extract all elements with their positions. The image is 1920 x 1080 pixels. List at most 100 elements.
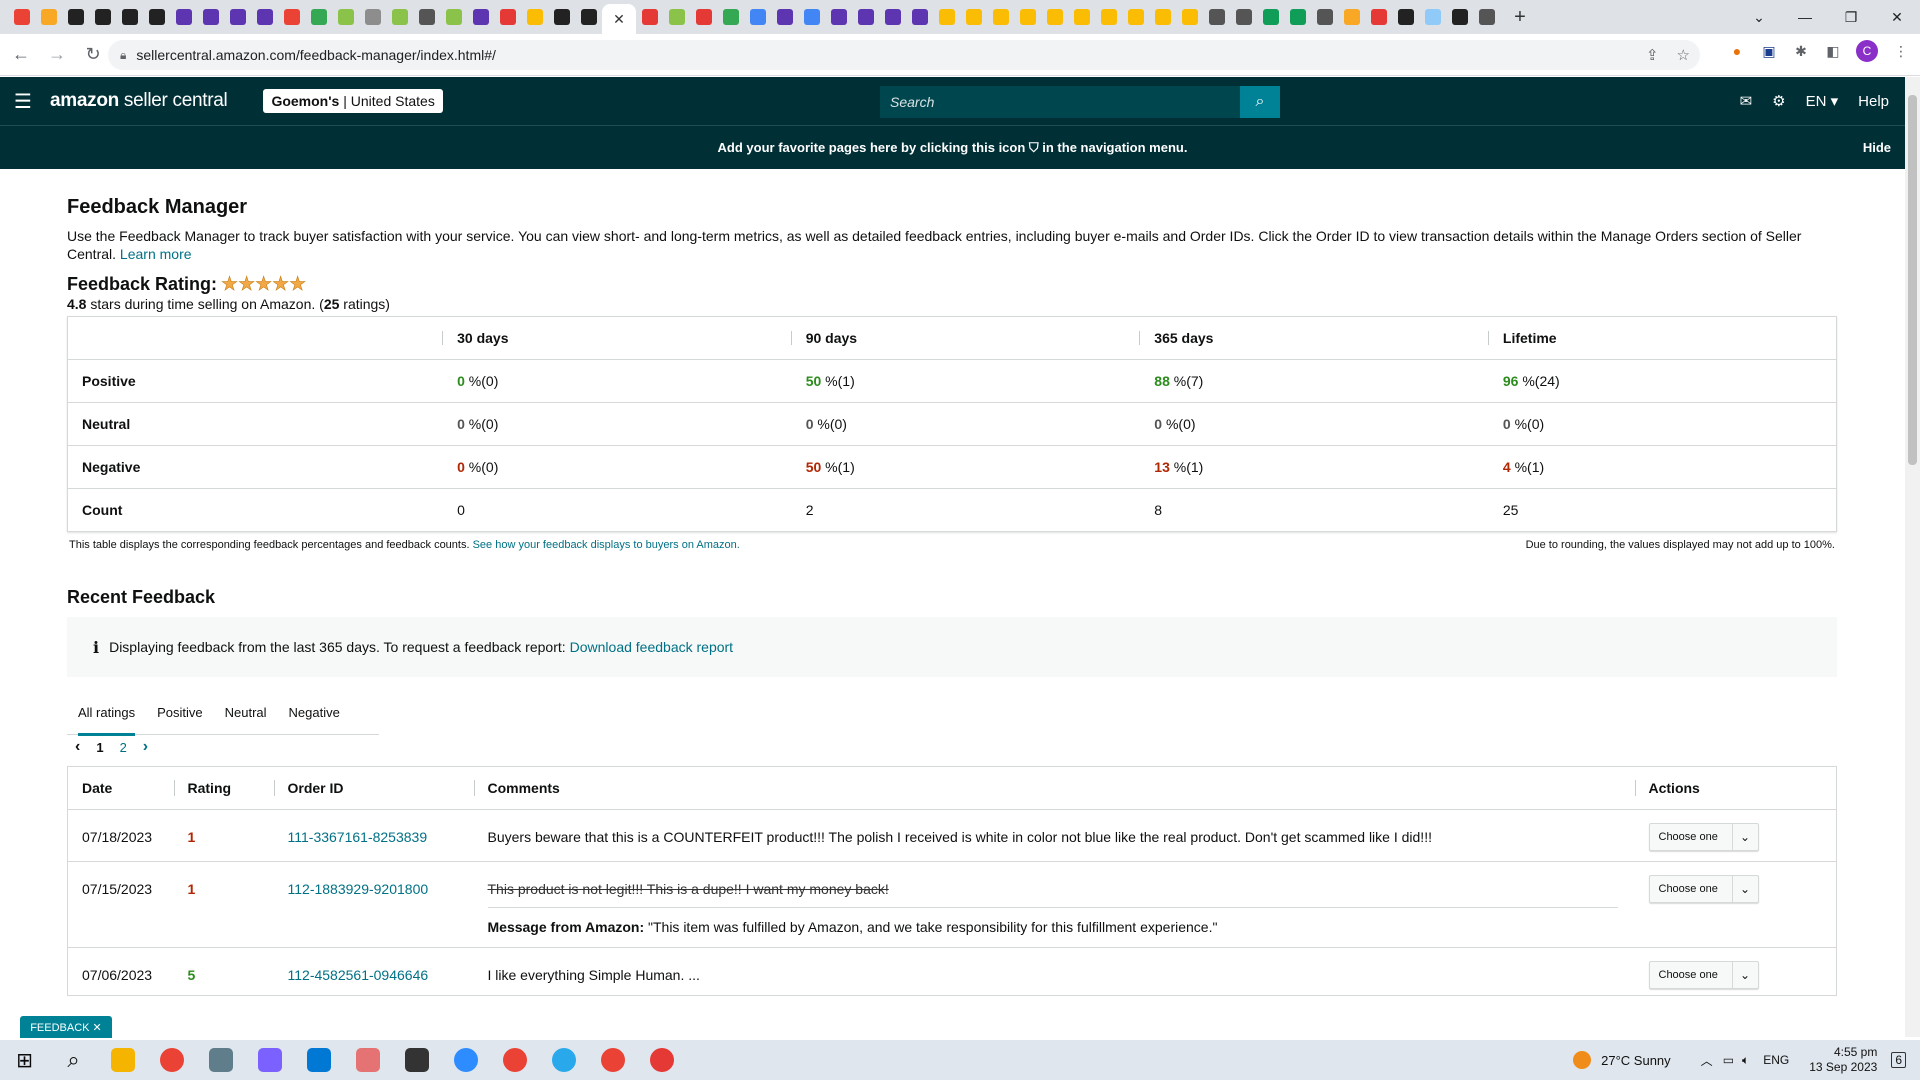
browser-right-tab-12[interactable] bbox=[960, 0, 987, 34]
browser-tab-17[interactable] bbox=[467, 0, 494, 34]
browser-tab-8[interactable] bbox=[224, 0, 251, 34]
browser-tab-0[interactable] bbox=[8, 0, 35, 34]
tab-neutral[interactable]: Neutral bbox=[214, 691, 278, 735]
vertical-scrollbar[interactable] bbox=[1905, 77, 1920, 1037]
browser-tab-4[interactable] bbox=[116, 0, 143, 34]
browser-right-tab-25[interactable] bbox=[1311, 0, 1338, 34]
paint-icon[interactable] bbox=[343, 1040, 392, 1080]
browser-tab-2[interactable] bbox=[62, 0, 89, 34]
browser-tab-11[interactable] bbox=[305, 0, 332, 34]
browser-right-tab-22[interactable] bbox=[1230, 0, 1257, 34]
browser-right-tab-5[interactable] bbox=[771, 0, 798, 34]
volume-icon[interactable]: 🔈︎ bbox=[1742, 1053, 1749, 1068]
choose-action-dropdown[interactable]: Choose one ⌄ bbox=[1648, 823, 1759, 851]
search-input-tail[interactable] bbox=[1180, 86, 1240, 118]
maximize-icon[interactable]: ❐ bbox=[1828, 0, 1874, 34]
browser-tab-15[interactable] bbox=[413, 0, 440, 34]
browser-right-tab-13[interactable] bbox=[987, 0, 1014, 34]
browser-right-tab-6[interactable] bbox=[798, 0, 825, 34]
notifications-icon[interactable]: 6 bbox=[1891, 1052, 1906, 1068]
profile-avatar[interactable]: C bbox=[1856, 40, 1878, 62]
browser-tab-20[interactable] bbox=[548, 0, 575, 34]
browser-tab-7[interactable] bbox=[197, 0, 224, 34]
menu-kebab-icon[interactable]: ⋮ bbox=[1892, 42, 1910, 60]
browser-tab-12[interactable] bbox=[332, 0, 359, 34]
browser-right-tab-27[interactable] bbox=[1365, 0, 1392, 34]
scrollbar-thumb[interactable] bbox=[1908, 95, 1917, 465]
browser-tab-5[interactable] bbox=[143, 0, 170, 34]
browser-right-tab-14[interactable] bbox=[1014, 0, 1041, 34]
hamburger-menu-icon[interactable]: ☰ bbox=[0, 77, 46, 125]
minimize-icon[interactable]: — bbox=[1782, 0, 1828, 34]
chrome-profile-2-icon[interactable] bbox=[588, 1040, 637, 1080]
browser-right-tab-16[interactable] bbox=[1068, 0, 1095, 34]
bookmark-star-icon[interactable]: ☆ bbox=[1677, 46, 1690, 64]
chrome-profile-3-icon[interactable] bbox=[637, 1040, 686, 1080]
browser-tab-19[interactable] bbox=[521, 0, 548, 34]
browser-right-tab-18[interactable] bbox=[1122, 0, 1149, 34]
browser-tab-16[interactable] bbox=[440, 0, 467, 34]
order-id-link[interactable]: 112-4582561-0946646 bbox=[288, 967, 429, 983]
language-indicator[interactable]: ENG bbox=[1763, 1053, 1789, 1067]
browser-tab-21[interactable] bbox=[575, 0, 602, 34]
store-icon[interactable] bbox=[294, 1040, 343, 1080]
weather-text[interactable]: 27°C Sunny bbox=[1601, 1053, 1671, 1068]
browser-tab-1[interactable] bbox=[35, 0, 62, 34]
network-icon[interactable]: ▭ bbox=[1723, 1053, 1734, 1067]
tab-negative[interactable]: Negative bbox=[278, 691, 351, 735]
browser-tab-10[interactable] bbox=[278, 0, 305, 34]
page-1[interactable]: 1 bbox=[96, 740, 103, 755]
side-panel-icon[interactable]: ◧ bbox=[1824, 42, 1842, 60]
next-page-icon[interactable]: › bbox=[143, 738, 148, 756]
app-icon[interactable] bbox=[245, 1040, 294, 1080]
learn-more-link[interactable]: Learn more bbox=[120, 246, 192, 262]
close-window-icon[interactable]: ✕ bbox=[1874, 0, 1920, 34]
zoom-icon[interactable] bbox=[441, 1040, 490, 1080]
tab-all-ratings[interactable]: All ratings bbox=[67, 691, 146, 736]
browser-right-tab-23[interactable] bbox=[1257, 0, 1284, 34]
extension-icon-1[interactable]: ● bbox=[1728, 42, 1746, 60]
chevron-down-icon[interactable]: ⌄ bbox=[1731, 876, 1758, 902]
browser-right-tab-10[interactable] bbox=[906, 0, 933, 34]
order-id-link[interactable]: 112-1883929-9201800 bbox=[288, 881, 429, 897]
calculator-icon[interactable] bbox=[196, 1040, 245, 1080]
chevron-up-icon[interactable]: ︿ bbox=[1701, 1052, 1713, 1069]
file-explorer-icon[interactable] bbox=[98, 1040, 147, 1080]
browser-right-tab-21[interactable] bbox=[1203, 0, 1230, 34]
browser-tab-6[interactable] bbox=[170, 0, 197, 34]
extension-icon-2[interactable]: ▣ bbox=[1760, 42, 1778, 60]
chrome-icon[interactable] bbox=[147, 1040, 196, 1080]
browser-right-tab-8[interactable] bbox=[852, 0, 879, 34]
search-icon[interactable]: ⌕ bbox=[49, 1040, 98, 1080]
mail-icon[interactable]: ✉ bbox=[1740, 92, 1753, 110]
browser-right-tab-11[interactable] bbox=[933, 0, 960, 34]
browser-tab-18[interactable] bbox=[494, 0, 521, 34]
seller-central-logo[interactable]: amazon seller central bbox=[50, 90, 228, 112]
tab-positive[interactable]: Positive bbox=[146, 691, 214, 735]
new-tab-button[interactable]: + bbox=[1506, 3, 1534, 31]
browser-right-tab-4[interactable] bbox=[744, 0, 771, 34]
back-icon[interactable]: ← bbox=[6, 40, 36, 70]
chrome-profile-icon[interactable] bbox=[490, 1040, 539, 1080]
browser-right-tab-24[interactable] bbox=[1284, 0, 1311, 34]
windows-start-icon[interactable]: ⊞ bbox=[0, 1040, 49, 1080]
order-id-link[interactable]: 111-3367161-8253839 bbox=[288, 829, 428, 845]
chevron-down-icon[interactable]: ⌄ bbox=[1731, 824, 1758, 850]
active-tab-close-icon[interactable]: ✕ bbox=[602, 4, 636, 34]
share-icon[interactable]: ⇪ bbox=[1646, 46, 1659, 64]
browser-tab-14[interactable] bbox=[386, 0, 413, 34]
store-selector[interactable]: Goemon's | United States bbox=[263, 89, 443, 113]
telegram-icon[interactable] bbox=[539, 1040, 588, 1080]
browser-right-tab-15[interactable] bbox=[1041, 0, 1068, 34]
browser-right-tab-30[interactable] bbox=[1446, 0, 1473, 34]
feedback-widget-button[interactable]: FEEDBACK ✕ bbox=[20, 1016, 112, 1038]
address-bar[interactable]: 🔒︎ sellercentral.amazon.com/feedback-man… bbox=[108, 40, 1700, 70]
puzzle-icon[interactable]: ✱ bbox=[1792, 42, 1810, 60]
browser-right-tab-28[interactable] bbox=[1392, 0, 1419, 34]
browser-right-tab-26[interactable] bbox=[1338, 0, 1365, 34]
search-input[interactable]: Search bbox=[880, 86, 1180, 118]
browser-right-tab-0[interactable] bbox=[636, 0, 663, 34]
notes-icon[interactable] bbox=[392, 1040, 441, 1080]
search-icon[interactable]: ⌕ bbox=[1240, 86, 1280, 118]
browser-right-tab-17[interactable] bbox=[1095, 0, 1122, 34]
